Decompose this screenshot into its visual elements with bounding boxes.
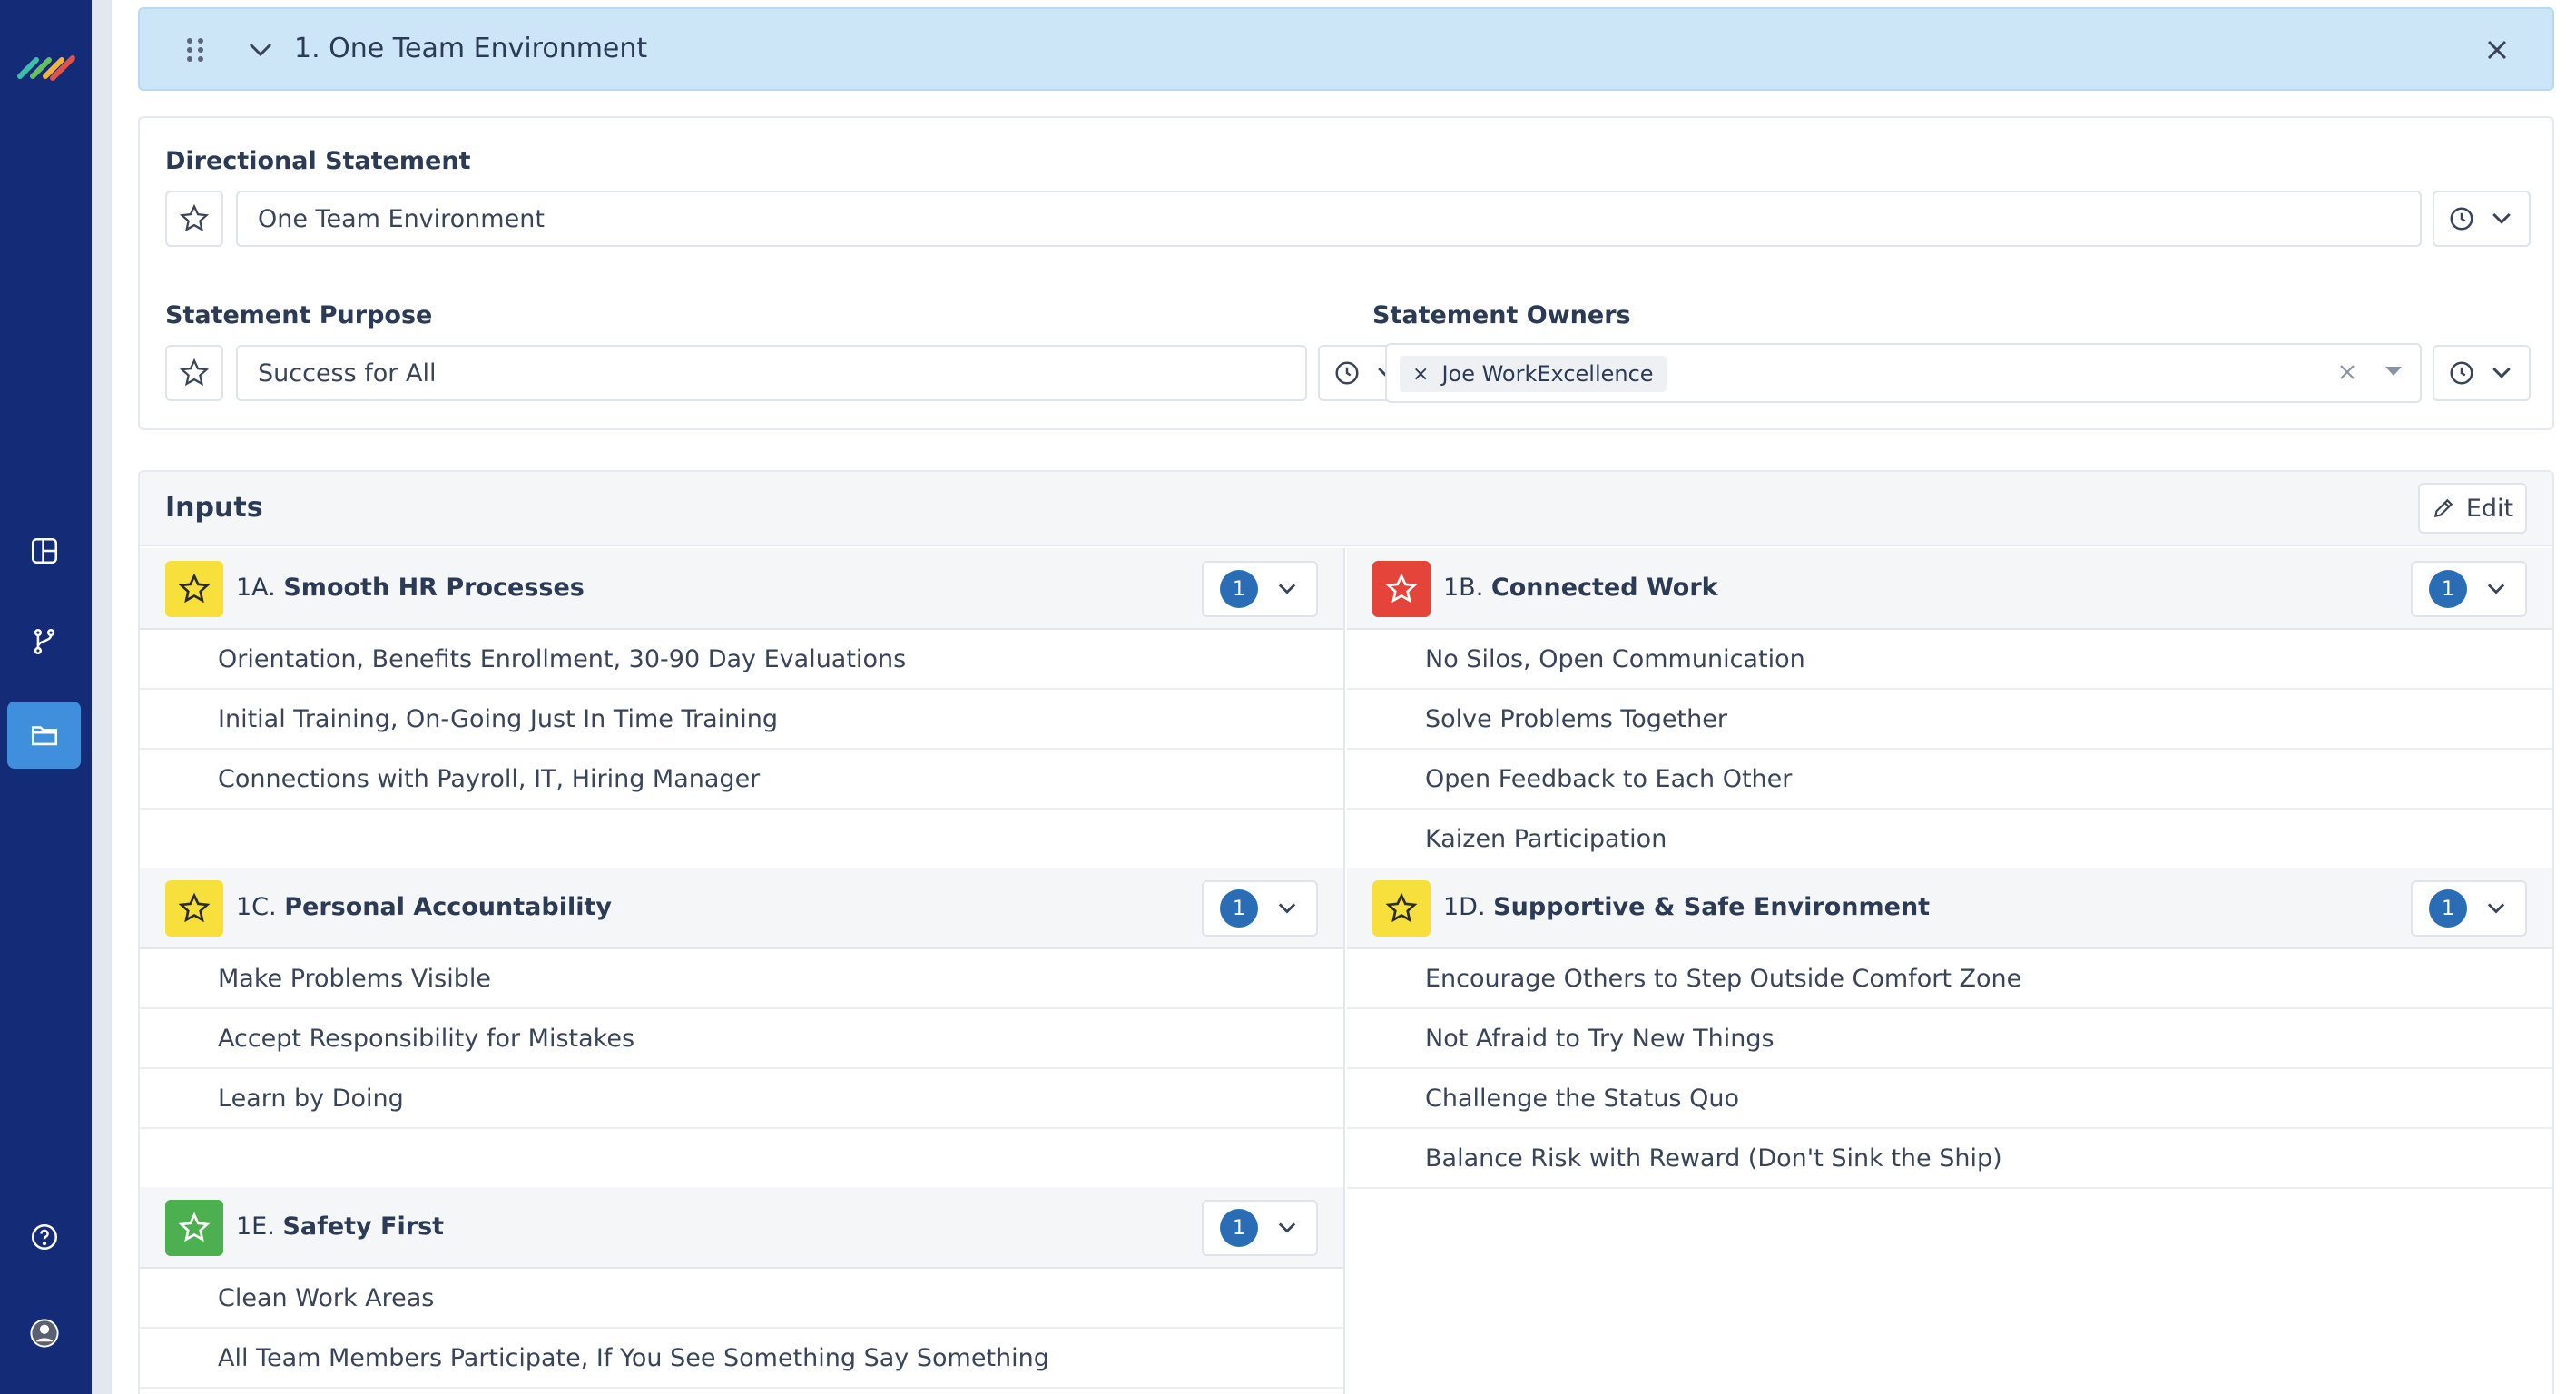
group-toggle-button[interactable]: 1	[1202, 561, 1318, 617]
statement-purpose-input[interactable]: Success for All	[236, 345, 1307, 401]
remove-owner-button[interactable]: ×	[1412, 363, 1429, 386]
group-code: 1D.	[1443, 893, 1486, 921]
group-toggle-button[interactable]: 1	[1202, 1200, 1318, 1256]
group-code: 1E.	[236, 1212, 275, 1241]
directional-statement-label: Directional Statement	[165, 147, 471, 175]
group-name: Connected Work	[1490, 574, 1718, 602]
statement-details-card: Directional Statement One Team Environme…	[138, 116, 2554, 430]
inputs-left-column: 1A. Smooth HR Processes 1 Orientation, B…	[140, 548, 1345, 1394]
group-star-icon[interactable]	[165, 880, 223, 937]
list-item[interactable]: Initial Training, On-Going Just In Time …	[140, 690, 1343, 750]
layout-icon[interactable]	[7, 517, 81, 584]
group-star-icon[interactable]	[1372, 880, 1431, 937]
directional-statement-input[interactable]: One Team Environment	[236, 191, 2422, 247]
chevron-down-icon	[1278, 584, 1296, 594]
list-item[interactable]: Clean Work Areas	[140, 1269, 1343, 1329]
statement-title: 1. One Team Environment	[294, 33, 648, 64]
group-toggle-button[interactable]: 1	[2411, 880, 2527, 937]
list-item[interactable]: Open Feedback to Each Other	[1347, 750, 2552, 810]
branch-icon[interactable]	[7, 608, 81, 675]
count-badge: 1	[2429, 889, 2467, 928]
sidebar-divider	[92, 0, 112, 1394]
chevron-down-icon	[1278, 1222, 1296, 1233]
chevron-down-icon	[2487, 903, 2505, 914]
count-badge: 1	[1220, 889, 1258, 928]
list-item[interactable]: Make Problems Visible	[140, 949, 1343, 1009]
group-name: Safety First	[282, 1212, 445, 1241]
count-badge: 1	[1220, 570, 1258, 608]
edit-label: Edit	[2465, 494, 2514, 523]
list-item[interactable]: Connections with Payroll, IT, Hiring Man…	[140, 750, 1343, 810]
purpose-favorite-star-icon[interactable]	[165, 345, 223, 401]
clock-icon	[2450, 207, 2473, 231]
directional-history-button[interactable]	[2433, 191, 2531, 247]
drag-handle-icon[interactable]	[185, 36, 205, 64]
group-name: Supportive & Safe Environment	[1493, 893, 1931, 921]
count-badge: 1	[2429, 570, 2467, 608]
list-item[interactable]: No Silos, Open Communication	[1347, 630, 2552, 690]
edit-button[interactable]: Edit	[2418, 483, 2527, 534]
group-star-icon[interactable]	[165, 561, 223, 617]
inputs-panel: Inputs Edit 1A. Smooth HR Processes 1 Or…	[138, 470, 2554, 1394]
group-name: Smooth HR Processes	[283, 574, 585, 602]
help-icon[interactable]	[7, 1203, 81, 1271]
list-item[interactable]: Accept Responsibility for Mistakes	[140, 1009, 1343, 1069]
group-header-1c[interactable]: 1C. Personal Accountability 1	[140, 868, 1343, 949]
directional-favorite-star-icon[interactable]	[165, 191, 223, 247]
folder-icon[interactable]	[7, 702, 81, 769]
group-header-1d[interactable]: 1D. Supportive & Safe Environment 1	[1347, 868, 2552, 949]
statement-purpose-label: Statement Purpose	[165, 301, 433, 329]
owner-tag-label: Joe WorkExcellence	[1441, 361, 1654, 387]
group-star-icon[interactable]	[1372, 561, 1431, 617]
sidebar	[0, 0, 92, 1394]
user-avatar-icon[interactable]	[7, 1300, 81, 1367]
clock-icon	[2450, 361, 2473, 385]
close-icon[interactable]	[2483, 36, 2511, 64]
group-title: 1D. Supportive & Safe Environment	[1443, 893, 1930, 921]
group-name: Personal Accountability	[284, 893, 612, 921]
list-item[interactable]: All Team Members Participate, If You See…	[140, 1329, 1343, 1389]
group-code: 1C.	[236, 893, 277, 921]
group-toggle-button[interactable]: 1	[1202, 880, 1318, 937]
app-logo[interactable]	[16, 51, 76, 82]
group-title: 1E. Safety First	[236, 1212, 444, 1241]
list-item[interactable]: Balance Risk with Reward (Don't Sink the…	[1347, 1129, 2552, 1189]
group-title: 1B. Connected Work	[1443, 574, 1718, 602]
list-item[interactable]: Orientation, Benefits Enrollment, 30-90 …	[140, 630, 1343, 690]
dropdown-caret-icon[interactable]	[2385, 367, 2402, 376]
owner-tag: × Joe WorkExcellence	[1400, 356, 1667, 392]
pencil-icon	[2433, 498, 2453, 518]
collapse-chevron-icon[interactable]	[247, 40, 274, 60]
group-header-1b[interactable]: 1B. Connected Work 1	[1347, 548, 2552, 630]
list-item[interactable]: Kaizen Participation	[1347, 810, 2552, 869]
list-item[interactable]: Encourage Others to Step Outside Comfort…	[1347, 949, 2552, 1009]
group-star-icon[interactable]	[165, 1200, 223, 1256]
statement-owners-label: Statement Owners	[1372, 301, 1631, 329]
group-title: 1C. Personal Accountability	[236, 893, 612, 921]
clear-selection-icon[interactable]	[2335, 359, 2360, 385]
group-header-1a[interactable]: 1A. Smooth HR Processes 1	[140, 548, 1343, 630]
group-header-1e[interactable]: 1E. Safety First 1	[140, 1187, 1343, 1269]
clock-icon	[1335, 361, 1359, 385]
chevron-down-icon	[1278, 903, 1296, 914]
chevron-down-icon	[2492, 367, 2511, 378]
list-item[interactable]: Challenge the Status Quo	[1347, 1069, 2552, 1129]
list-item[interactable]: Learn by Doing	[140, 1069, 1343, 1129]
group-toggle-button[interactable]: 1	[2411, 561, 2527, 617]
chevron-down-icon	[2492, 212, 2511, 224]
inputs-panel-header: Inputs Edit	[140, 472, 2552, 546]
statement-owners-select[interactable]: × Joe WorkExcellence	[1385, 343, 2422, 403]
inputs-title: Inputs	[165, 492, 263, 524]
list-item[interactable]: Not Afraid to Try New Things	[1347, 1009, 2552, 1069]
group-code: 1B.	[1443, 574, 1484, 602]
count-badge: 1	[1220, 1209, 1258, 1247]
statement-header: 1. One Team Environment	[138, 7, 2554, 91]
owners-history-button[interactable]	[2433, 345, 2531, 401]
chevron-down-icon	[2487, 584, 2505, 594]
list-item[interactable]: Solve Problems Together	[1347, 690, 2552, 750]
group-title: 1A. Smooth HR Processes	[236, 574, 585, 602]
group-code: 1A.	[236, 574, 276, 602]
